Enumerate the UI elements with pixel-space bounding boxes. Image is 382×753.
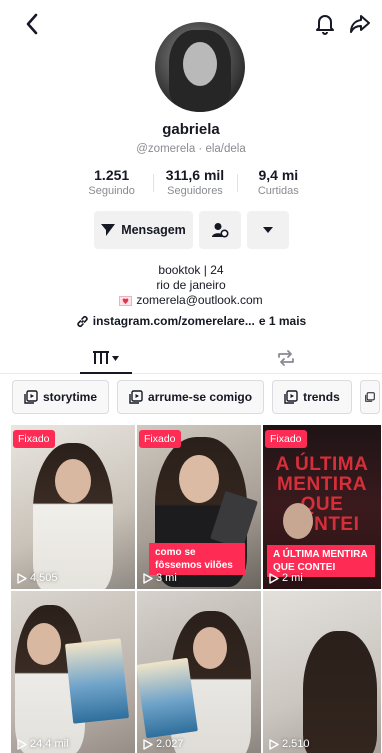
profile-actions: Mensagem — [0, 211, 382, 249]
pinned-badge: Fixado — [265, 430, 307, 448]
avatar[interactable] — [155, 22, 245, 112]
content-tabs — [0, 340, 382, 374]
stat-followers[interactable]: 311,6 mil Seguidores — [153, 167, 236, 201]
play-icon — [269, 572, 279, 584]
more-options-button[interactable] — [246, 211, 289, 249]
video-tile[interactable]: 2.510 — [263, 591, 381, 753]
bio-email-row: zomerela@outlook.com — [0, 293, 382, 308]
view-count: 2.510 — [269, 738, 310, 750]
stat-following[interactable]: 1.251 Seguindo — [70, 167, 153, 201]
profile-stats: 1.251 Seguindo 311,6 mil Seguidores 9,4 … — [70, 167, 320, 201]
share-icon[interactable] — [346, 10, 374, 38]
stat-value: 9,4 mi — [258, 167, 299, 183]
profile-name: gabriela — [162, 121, 220, 138]
view-count-text: 2 mi — [282, 572, 303, 584]
video-thumbnail-face — [55, 459, 91, 503]
view-count: 4.505 — [17, 572, 58, 584]
chevron-down-icon — [112, 355, 119, 361]
video-thumbnail-face — [179, 455, 219, 503]
playlist-icon — [284, 390, 298, 404]
chip-label: storytime — [43, 390, 98, 404]
bio: booktok | 24 rio de janeiro zomerela@out… — [0, 263, 382, 308]
tab-videos[interactable] — [80, 344, 132, 374]
add-friend-button[interactable] — [198, 211, 241, 249]
playlist-icon — [364, 392, 375, 402]
play-icon — [269, 738, 279, 750]
video-tile[interactable]: A ÚLTIMA MENTIRA QUE CONTEI Fixado A ÚLT… — [263, 425, 381, 589]
video-tile[interactable]: 24,4 mil — [11, 591, 135, 753]
view-count: 3 mi — [143, 572, 177, 584]
video-thumbnail-book — [137, 657, 198, 739]
pinned-badge: Fixado — [139, 430, 181, 448]
view-count-text: 3 mi — [156, 572, 177, 584]
video-tile[interactable]: 2.027 — [137, 591, 261, 753]
stat-label: Seguindo — [88, 185, 135, 197]
bio-line: booktok | 24 — [158, 263, 224, 277]
play-icon — [143, 738, 153, 750]
view-count-text: 2.027 — [156, 738, 184, 750]
view-count-text: 24,4 mil — [30, 738, 69, 750]
add-friend-icon — [211, 223, 229, 238]
chip-next[interactable] — [359, 380, 380, 414]
view-count: 2 mi — [269, 572, 303, 584]
view-count-text: 2.510 — [282, 738, 310, 750]
message-button-label: Mensagem — [121, 223, 186, 237]
view-count: 24,4 mil — [17, 738, 69, 750]
playlist-icon — [129, 390, 143, 404]
view-count-text: 4.505 — [30, 572, 58, 584]
view-count: 2.027 — [143, 738, 184, 750]
avatar-face — [183, 42, 217, 86]
chip-arrume-se-comigo[interactable]: arrume-se comigo — [117, 380, 265, 414]
chip-label: arrume-se comigo — [148, 390, 253, 404]
video-thumbnail-face — [27, 623, 61, 665]
bell-icon[interactable] — [312, 10, 338, 38]
stat-likes[interactable]: 9,4 mi Curtidas — [236, 167, 320, 201]
play-icon — [17, 572, 27, 584]
dropdown-icon — [262, 227, 273, 233]
stat-label: Curtidas — [257, 185, 299, 197]
playlist-icon — [24, 390, 38, 404]
video-thumbnail-person — [303, 631, 377, 753]
bio-link-more[interactable]: e 1 mais — [259, 314, 306, 328]
video-caption: como se fôssemos vilões — [149, 543, 245, 575]
video-thumbnail-face — [283, 503, 313, 539]
stat-value: 311,6 mil — [165, 167, 225, 183]
chip-storytime[interactable]: storytime — [12, 380, 110, 414]
stat-value: 1.251 — [94, 167, 130, 183]
video-tile[interactable]: Fixado 4.505 — [11, 425, 135, 589]
video-grid: Fixado 4.505 Fixado como se fôssemos vil… — [11, 425, 381, 753]
pinned-badge: Fixado — [13, 430, 55, 448]
play-icon — [17, 738, 27, 750]
play-icon — [143, 572, 153, 584]
message-button[interactable]: Mensagem — [93, 211, 193, 249]
repost-icon — [278, 350, 294, 366]
video-tile[interactable]: Fixado como se fôssemos vilões 3 mi — [137, 425, 261, 589]
bio-link-text: instagram.com/zomerelare... — [92, 314, 255, 328]
chip-trends[interactable]: trends — [272, 380, 352, 414]
chip-label: trends — [303, 390, 340, 404]
bio-email: zomerela@outlook.com — [136, 293, 263, 307]
bio-line: rio de janeiro — [156, 278, 226, 292]
video-thumbnail-face — [193, 627, 227, 669]
video-thumbnail-book — [64, 638, 130, 724]
stat-label: Seguidores — [167, 185, 223, 197]
grid-icon — [93, 351, 109, 364]
back-arrow-icon[interactable] — [18, 10, 46, 38]
playlist-chips: storytime arrume-se comigo trends — [12, 380, 382, 416]
tab-reposts[interactable] — [270, 344, 302, 372]
link-icon — [77, 315, 88, 327]
bio-link[interactable]: instagram.com/zomerelare... e 1 mais — [0, 314, 382, 328]
send-icon — [101, 224, 116, 236]
profile-handle: @zomerela · ela/dela — [136, 143, 246, 155]
heart-mail-icon — [119, 295, 133, 306]
